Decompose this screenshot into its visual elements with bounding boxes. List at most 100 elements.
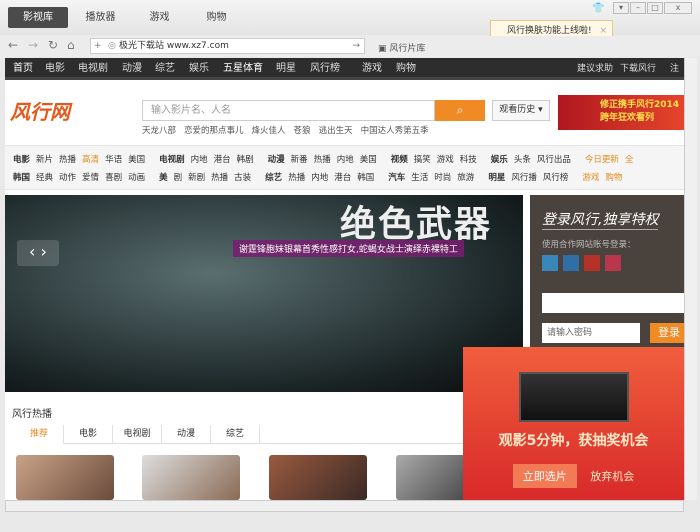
category-link[interactable]: 游戏	[437, 153, 454, 165]
forward-icon[interactable]: →	[28, 38, 38, 52]
nav-sports[interactable]: 五星体育	[223, 58, 263, 80]
choose-movie-button[interactable]: 立即选片	[512, 464, 577, 488]
category-link[interactable]: 热播	[314, 153, 331, 165]
nav-anime[interactable]: 动漫	[122, 58, 142, 80]
nav-rank[interactable]: 风行榜	[310, 58, 340, 80]
category-link[interactable]: 剧	[174, 171, 183, 183]
category-link[interactable]: 时尚	[434, 171, 451, 183]
category-link[interactable]: 内地	[311, 171, 328, 183]
refresh-icon[interactable]: ↻	[48, 38, 58, 52]
category-link[interactable]: 内地	[337, 153, 354, 165]
category-link[interactable]: 爱情	[82, 171, 99, 183]
category-link[interactable]: 热播	[59, 153, 76, 165]
category-link[interactable]: 动画	[128, 171, 145, 183]
category-link[interactable]: 韩剧	[237, 153, 254, 165]
tab-variety[interactable]: 综艺	[211, 425, 260, 444]
category-link[interactable]: 汽车	[388, 173, 405, 183]
category-link[interactable]: 视频	[391, 155, 408, 165]
category-link[interactable]: 游戏	[582, 171, 599, 183]
ad-banner[interactable]: 修正携手风行2014 跨年狂欢看列	[558, 95, 684, 130]
username-input[interactable]	[542, 293, 684, 313]
minimize-button[interactable]: –	[630, 2, 646, 14]
category-link[interactable]: 科技	[460, 153, 477, 165]
weibo-icon[interactable]	[584, 255, 600, 271]
carousel-arrows[interactable]: ‹ ›	[17, 240, 59, 266]
vertical-scrollbar[interactable]	[684, 58, 697, 500]
category-link[interactable]: 美	[159, 173, 168, 183]
hot-word[interactable]: 天龙八部	[142, 126, 176, 136]
hot-word[interactable]: 逃出生天	[319, 126, 353, 136]
category-link[interactable]: 港台	[214, 153, 231, 165]
category-link[interactable]: 热播	[288, 171, 305, 183]
nav-help[interactable]: 建议求助	[577, 58, 613, 80]
nav-stars[interactable]: 明星	[276, 58, 296, 80]
hot-word[interactable]: 烽火佳人	[252, 126, 286, 136]
category-link[interactable]: 新番	[291, 153, 308, 165]
nav-variety[interactable]: 综艺	[155, 58, 175, 80]
category-link[interactable]: 新片	[36, 153, 53, 165]
category-link[interactable]: 美国	[128, 153, 145, 165]
back-icon[interactable]: ←	[8, 38, 18, 52]
hero-caption[interactable]: 谢霆锋胞妹银幕首秀性感打女,蛇蝎女战士演绎赤裸特工	[233, 240, 464, 257]
search-input[interactable]: 输入影片名、人名	[142, 100, 435, 121]
category-link[interactable]: 美国	[360, 153, 377, 165]
category-link[interactable]: 电视剧	[159, 155, 185, 165]
category-link[interactable]: 热播	[211, 171, 228, 183]
menu-button[interactable]: ▾	[613, 2, 629, 14]
category-link[interactable]: 综艺	[265, 173, 282, 183]
category-link[interactable]: 旅游	[457, 171, 474, 183]
category-link[interactable]: 风行播	[511, 171, 537, 183]
give-up-link[interactable]: 放弃机会	[590, 470, 634, 483]
nav-home[interactable]: 首页	[13, 58, 33, 80]
tab-movie[interactable]: 电影	[64, 425, 113, 444]
home-icon[interactable]: ⌂	[67, 38, 75, 52]
maximize-button[interactable]: □	[647, 2, 663, 14]
qq-icon[interactable]	[542, 255, 558, 271]
skin-icon[interactable]: 👕	[592, 3, 604, 14]
category-link[interactable]: 喜剧	[105, 171, 122, 183]
category-link[interactable]: 风行出品	[537, 153, 571, 165]
tab-recommend[interactable]: 推荐	[15, 425, 64, 444]
search-button[interactable]: ⌕	[435, 100, 485, 121]
tab-games[interactable]: 游戏	[137, 7, 182, 28]
hot-word[interactable]: 中国达人秀第五季	[361, 126, 429, 136]
video-thumbnail[interactable]	[16, 455, 114, 500]
password-input[interactable]: 请输入密码	[542, 323, 640, 343]
tab-library[interactable]: 影视库	[8, 7, 68, 28]
category-link[interactable]: 风行榜	[543, 171, 569, 183]
category-link[interactable]: 高清	[82, 153, 99, 165]
category-link[interactable]: 韩国	[357, 171, 374, 183]
category-link[interactable]: 内地	[191, 153, 208, 165]
category-link[interactable]: 古装	[234, 171, 251, 183]
tab-tv[interactable]: 电视剧	[113, 425, 162, 444]
close-button[interactable]: x	[664, 2, 692, 14]
kaixin-icon[interactable]	[605, 255, 621, 271]
video-thumbnail[interactable]	[142, 455, 240, 500]
library-link[interactable]: ▣ 风行片库	[378, 41, 425, 54]
nav-tv[interactable]: 电视剧	[78, 58, 108, 80]
nav-download[interactable]: 下载风行	[620, 58, 656, 80]
category-link[interactable]: 电影	[13, 155, 30, 165]
category-link[interactable]: 生活	[411, 171, 428, 183]
tab-shopping[interactable]: 购物	[194, 7, 239, 28]
renren-icon[interactable]	[563, 255, 579, 271]
category-link[interactable]: 今日更新	[585, 153, 619, 165]
tab-player[interactable]: 播放器	[78, 7, 123, 28]
category-link[interactable]: 新剧	[188, 171, 205, 183]
category-link[interactable]: 头条	[514, 153, 531, 165]
category-link[interactable]: 经典	[36, 171, 53, 183]
category-link[interactable]: 明星	[488, 173, 505, 183]
category-link[interactable]: 华语	[105, 153, 122, 165]
url-input[interactable]: + ◎ 极光下载站 www.xz7.com →	[90, 38, 365, 54]
category-link[interactable]: 购物	[605, 171, 622, 183]
nav-ent[interactable]: 娱乐	[189, 58, 209, 80]
horizontal-scrollbar[interactable]	[5, 500, 684, 512]
category-link[interactable]: 娱乐	[491, 155, 508, 165]
category-link[interactable]: 港台	[334, 171, 351, 183]
video-thumbnail[interactable]	[269, 455, 367, 500]
site-logo[interactable]: 风行网	[10, 96, 70, 125]
hot-word[interactable]: 恋爱的那点事儿	[184, 126, 244, 136]
hot-word[interactable]: 苍狼	[294, 126, 311, 136]
category-link[interactable]: 搞笑	[414, 153, 431, 165]
category-link[interactable]: 动作	[59, 171, 76, 183]
